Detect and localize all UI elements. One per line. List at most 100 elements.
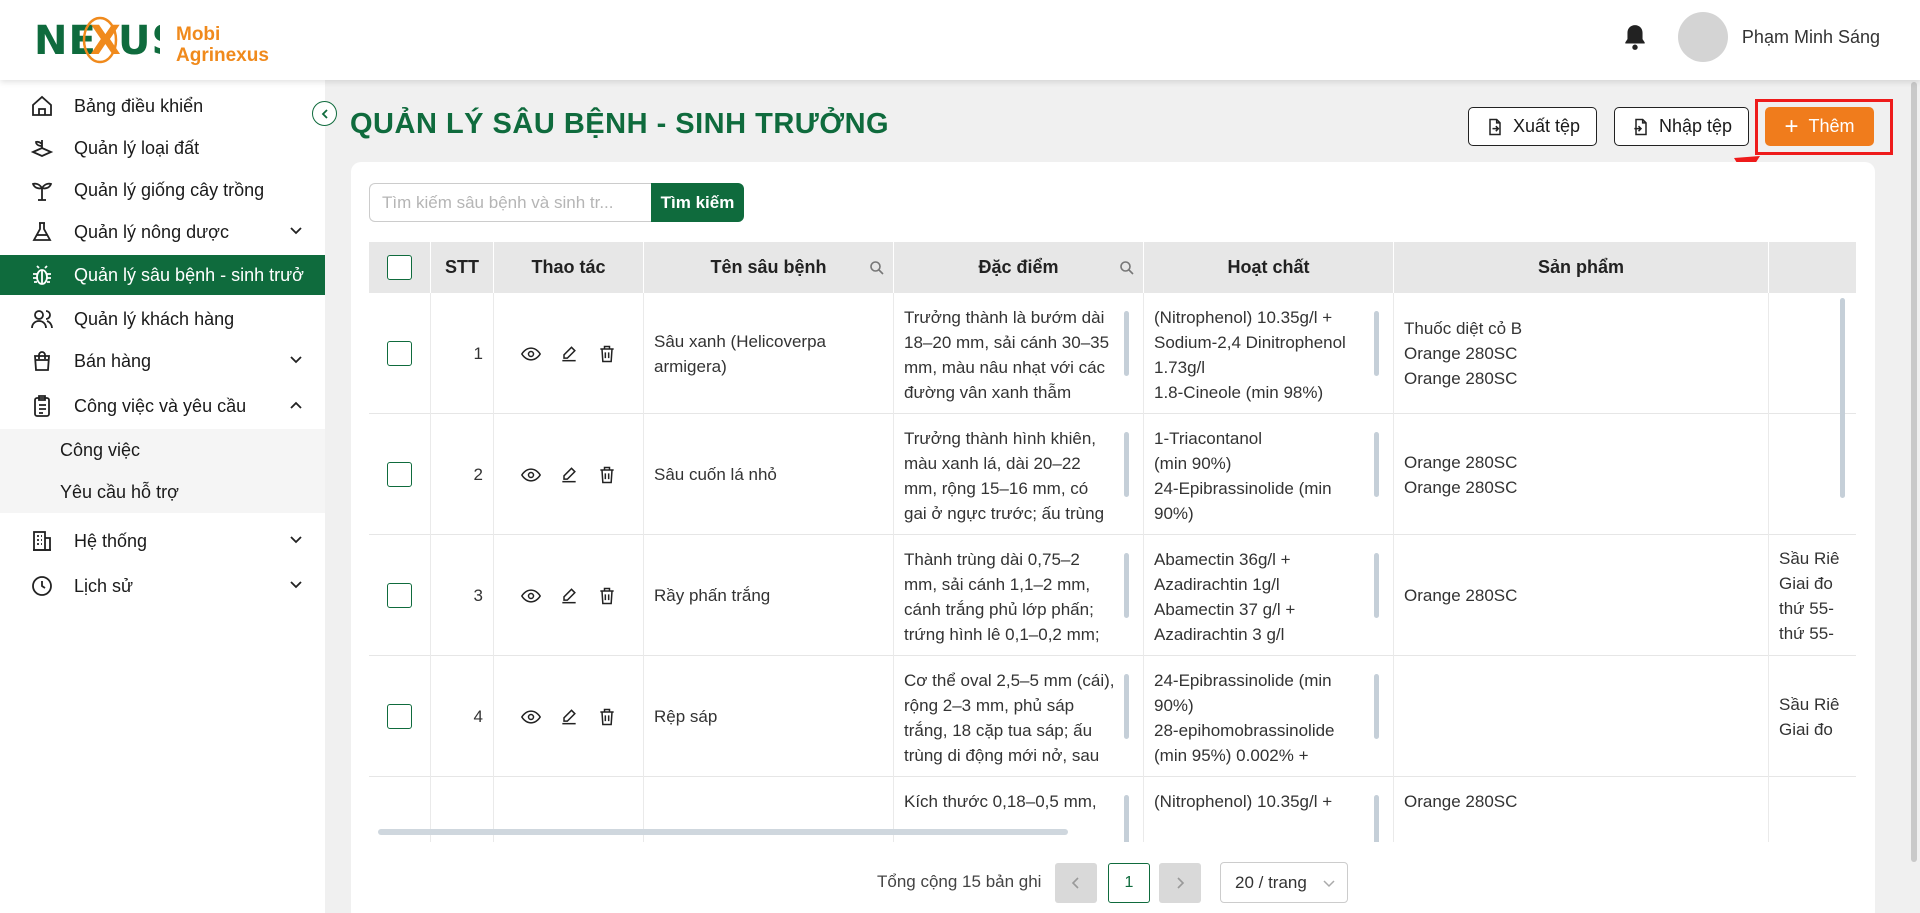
cell-scrollbar[interactable] <box>1124 311 1129 376</box>
clock-icon <box>28 572 56 600</box>
ingredients-cell: (Nitrophenol) 10.35g/l + <box>1144 777 1394 842</box>
pest-name: Sâu cuốn lá nhỏ <box>654 465 777 484</box>
sidebar-item-dashboard[interactable]: Bảng điều khiển <box>0 86 325 126</box>
eye-icon[interactable] <box>520 586 541 606</box>
row-checkbox[interactable] <box>387 462 412 487</box>
avatar[interactable] <box>1677 12 1728 62</box>
flask-icon <box>28 218 56 246</box>
sidebar-item-system[interactable]: Hệ thống <box>0 521 325 561</box>
sidebar-item-history[interactable]: Lịch sử <box>0 566 325 606</box>
sidebar-item-label: Quản lý sâu bệnh - sinh trưởng <box>74 264 304 285</box>
sidebar-subitem-label: Công việc <box>60 439 141 460</box>
edit-icon[interactable] <box>559 465 579 485</box>
header-select-all[interactable] <box>369 242 431 293</box>
sidebar-item-pest-growth[interactable]: Quản lý sâu bệnh - sinh trưởng <box>0 255 325 295</box>
sidebar-subitem-support[interactable]: Yêu cầu hỗ trợ <box>0 471 325 513</box>
cell-scrollbar[interactable] <box>1124 795 1129 842</box>
sidebar-item-soil[interactable]: Quản lý loại đất <box>0 128 325 168</box>
pest-features: Cơ thể oval 2,5–5 mm (cái), rộng 2–3 mm,… <box>904 671 1115 765</box>
search-icon[interactable] <box>1119 260 1135 276</box>
active-ingredients: 24-Epibrassinolide (min 90%) 28-epihomob… <box>1154 671 1335 765</box>
bug-icon <box>28 261 56 289</box>
building-icon <box>28 527 56 555</box>
sidebar-subitem-work[interactable]: Công việc <box>0 429 325 471</box>
search-input[interactable] <box>369 183 651 222</box>
next-page-button[interactable] <box>1159 863 1201 903</box>
trash-icon[interactable] <box>597 344 617 364</box>
sidebar-item-plant[interactable]: Quản lý giống cây trồng <box>0 170 325 210</box>
chevron-left-icon <box>321 108 328 119</box>
products-cell: Orange 280SC Orange 280SC <box>1394 414 1769 535</box>
stt-cell: 4 <box>431 656 494 777</box>
table-row: 1 Sâu xanh (Helicoverpa armigera) Trưởng t… <box>369 293 1856 414</box>
table-row: 4 Rệp sáp Cơ thể oval 2,5–5 mm (cái), rộng… <box>369 656 1856 777</box>
brand-name-line1: Mobi <box>176 23 221 45</box>
eye-icon[interactable] <box>520 344 541 364</box>
sidebar-item-label: Quản lý loại đất <box>74 137 200 158</box>
stt-value: 2 <box>473 465 483 484</box>
table-row: 3 Rầy phấn trắng Thành trùng dài 0,75–2 mm… <box>369 535 1856 656</box>
sidebar-collapse-button[interactable] <box>312 101 337 126</box>
sidebar-item-tasks[interactable]: Công việc và yêu cầu <box>0 386 325 426</box>
trash-icon[interactable] <box>597 707 617 727</box>
products-cell <box>1394 656 1769 777</box>
prev-page-button[interactable] <box>1055 863 1097 903</box>
column-header-label: Tên sâu bệnh <box>710 257 827 277</box>
ingredients-cell: Abamectin 36g/l + Azadirachtin 1g/l Abam… <box>1144 535 1394 656</box>
eye-icon[interactable] <box>520 707 541 727</box>
home-icon <box>28 92 56 120</box>
stt-cell: 1 <box>431 293 494 414</box>
search-button[interactable]: Tìm kiếm <box>651 183 744 222</box>
sidebar-item-customers[interactable]: Quản lý khách hàng <box>0 299 325 339</box>
edit-icon[interactable] <box>559 707 579 727</box>
trash-icon[interactable] <box>597 465 617 485</box>
page-number-current[interactable]: 1 <box>1108 863 1150 903</box>
cell-scrollbar[interactable] <box>1374 553 1379 618</box>
pest-features: Thành trùng dài 0,75–2 mm, sải cánh 1,1–… <box>904 550 1100 644</box>
bell-icon[interactable] <box>1622 23 1648 51</box>
pest-name: Rầy phấn trắng <box>654 586 771 605</box>
column-header-features[interactable]: Đặc điểm <box>894 242 1144 293</box>
import-button[interactable]: Nhập tệp <box>1614 107 1750 146</box>
row-select-cell <box>369 293 431 414</box>
cell-scrollbar[interactable] <box>1374 674 1379 739</box>
table-header: STT Thao tác Tên sâu bệnh Đặc điểm Hoạt … <box>369 242 1856 293</box>
row-checkbox[interactable] <box>387 704 412 729</box>
cell-scrollbar[interactable] <box>1124 553 1129 618</box>
top-header: NE X US Mobi Agrinexus Phạm Minh Sáng <box>0 0 1920 80</box>
column-header-name[interactable]: Tên sâu bệnh <box>644 242 894 293</box>
edit-icon[interactable] <box>559 344 579 364</box>
brand-logo[interactable]: NE X US Mobi Agrinexus <box>34 14 269 75</box>
sidebar-item-pesticide[interactable]: Quản lý nông dược <box>0 212 325 252</box>
table-row: 2 Sâu cuốn lá nhỏ Trưởng thành hình khiên,… <box>369 414 1856 535</box>
select-all-checkbox[interactable] <box>387 255 412 280</box>
row-select-cell <box>369 535 431 656</box>
sidebar-item-sales[interactable]: Bán hàng <box>0 341 325 381</box>
row-checkbox[interactable] <box>387 583 412 608</box>
eye-icon[interactable] <box>520 465 541 485</box>
active-ingredients: 1-Triacontanol (min 90%) 24-Epibrassinol… <box>1154 429 1332 523</box>
products-list: Orange 280SC <box>1404 792 1518 811</box>
chevron-right-icon <box>1177 877 1185 889</box>
row-checkbox[interactable] <box>387 341 412 366</box>
page-scrollbar[interactable] <box>1911 82 1917 862</box>
cell-scrollbar[interactable] <box>1374 795 1379 842</box>
cell-scrollbar[interactable] <box>1124 432 1129 497</box>
ingredients-cell: 1-Triacontanol (min 90%) 24-Epibrassinol… <box>1144 414 1394 535</box>
name-cell: Sâu xanh (Helicoverpa armigera) <box>644 293 894 414</box>
export-button[interactable]: Xuất tệp <box>1468 107 1598 146</box>
cell-scrollbar[interactable] <box>1374 432 1379 497</box>
sidebar-item-label: Bảng điều khiển <box>74 95 204 116</box>
trash-icon[interactable] <box>597 586 617 606</box>
cell-scrollbar[interactable] <box>1374 311 1379 376</box>
user-name[interactable]: Phạm Minh Sáng <box>1742 27 1880 48</box>
horizontal-scrollbar[interactable] <box>378 829 1068 835</box>
name-cell: Rệp sáp <box>644 656 894 777</box>
highlight-box <box>1755 99 1893 155</box>
ingredients-cell: 24-Epibrassinolide (min 90%) 28-epihomob… <box>1144 656 1394 777</box>
edit-icon[interactable] <box>559 586 579 606</box>
table-vertical-scrollbar[interactable] <box>1840 298 1845 498</box>
search-icon[interactable] <box>869 260 885 276</box>
cell-scrollbar[interactable] <box>1124 674 1129 739</box>
page-size-select[interactable]: 20 / trang <box>1220 862 1348 903</box>
